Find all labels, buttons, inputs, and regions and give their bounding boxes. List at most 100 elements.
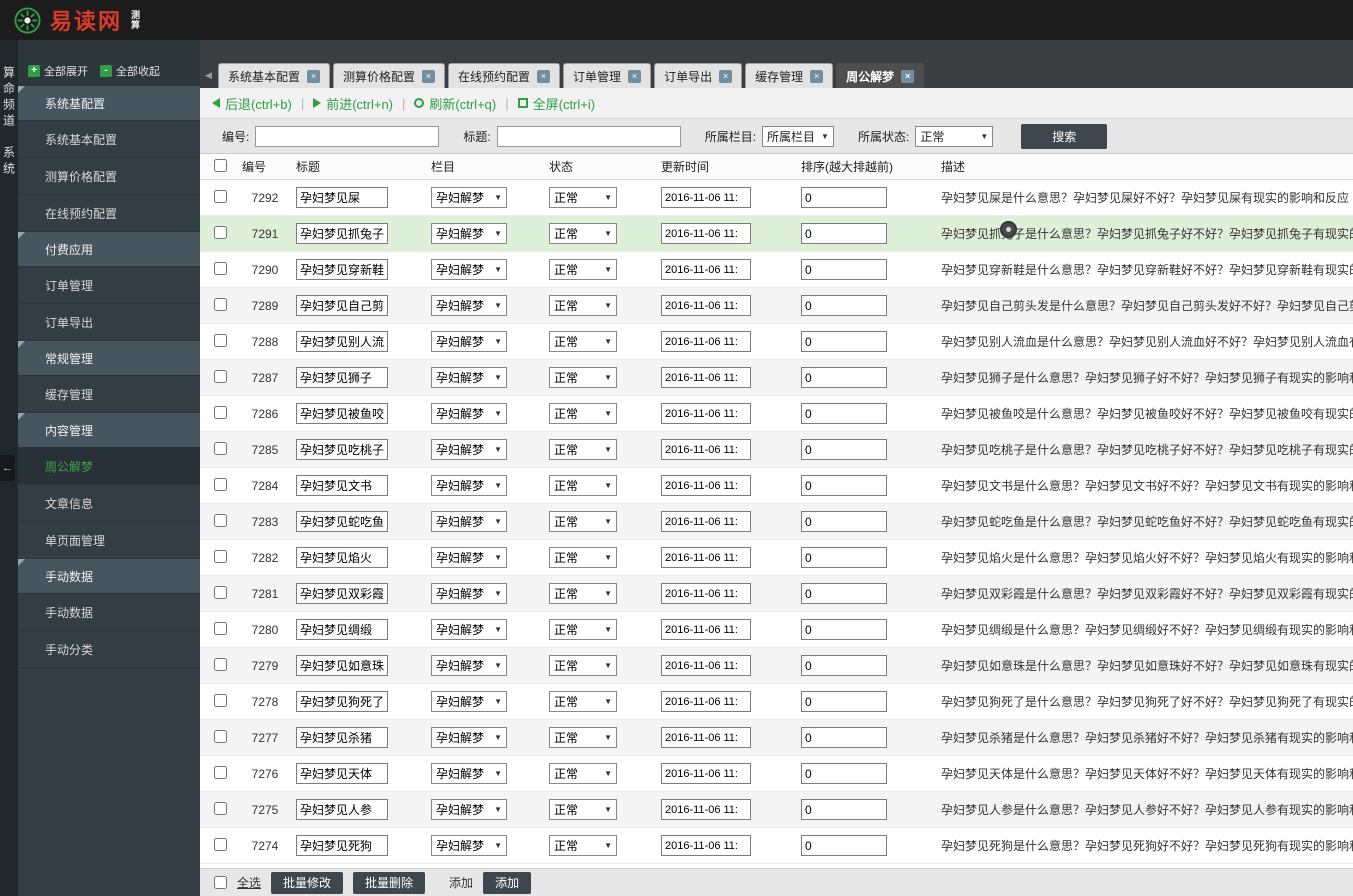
row-column-select[interactable]: 孕妇解梦 ▼ xyxy=(431,547,507,568)
back-button[interactable]: 后退(ctrl+b) xyxy=(212,94,292,113)
row-title-input[interactable] xyxy=(296,439,388,460)
sidebar-group-header[interactable]: 手动数据 xyxy=(18,559,200,594)
row-column-select[interactable]: 孕妇解梦 ▼ xyxy=(431,259,507,280)
row-column-select[interactable]: 孕妇解梦 ▼ xyxy=(431,403,507,424)
row-date-input[interactable] xyxy=(661,223,751,244)
sidebar-item[interactable]: 文章信息 xyxy=(18,485,200,522)
row-checkbox[interactable] xyxy=(214,405,227,419)
row-title-input[interactable] xyxy=(296,187,388,208)
tab-close-icon[interactable]: × xyxy=(307,69,321,83)
expand-all-button[interactable]: + 全部展开 xyxy=(28,63,88,79)
row-checkbox[interactable] xyxy=(214,693,227,707)
row-date-input[interactable] xyxy=(661,619,751,640)
select-all-checkbox[interactable] xyxy=(214,876,227,889)
sidebar-item[interactable]: 周公解梦 xyxy=(18,448,200,485)
row-title-input[interactable] xyxy=(296,655,388,676)
tab-close-icon[interactable]: × xyxy=(901,69,915,83)
row-column-select[interactable]: 孕妇解梦 ▼ xyxy=(431,475,507,496)
row-status-select[interactable]: 正常 ▼ xyxy=(549,835,617,856)
row-date-input[interactable] xyxy=(661,727,751,748)
row-title-input[interactable] xyxy=(296,799,388,820)
batch-edit-button[interactable]: 批量修改 xyxy=(271,871,344,894)
row-sort-input[interactable] xyxy=(801,403,887,424)
row-date-input[interactable] xyxy=(661,835,751,856)
row-checkbox[interactable] xyxy=(214,585,227,599)
sidebar-group-header[interactable]: 常规管理 xyxy=(18,341,200,376)
row-sort-input[interactable] xyxy=(801,331,887,352)
row-column-select[interactable]: 孕妇解梦 ▼ xyxy=(431,187,507,208)
row-status-select[interactable]: 正常 ▼ xyxy=(549,547,617,568)
row-column-select[interactable]: 孕妇解梦 ▼ xyxy=(431,439,507,460)
row-title-input[interactable] xyxy=(296,727,388,748)
tab-close-icon[interactable]: × xyxy=(537,69,551,83)
row-date-input[interactable] xyxy=(661,403,751,424)
row-column-select[interactable]: 孕妇解梦 ▼ xyxy=(431,691,507,712)
row-column-select[interactable]: 孕妇解梦 ▼ xyxy=(431,619,507,640)
row-sort-input[interactable] xyxy=(801,475,887,496)
row-sort-input[interactable] xyxy=(801,691,887,712)
row-status-select[interactable]: 正常 ▼ xyxy=(549,655,617,676)
row-title-input[interactable] xyxy=(296,511,388,532)
select-all-header-checkbox[interactable] xyxy=(214,158,227,172)
sidebar-item[interactable]: 缓存管理 xyxy=(18,376,200,413)
row-sort-input[interactable] xyxy=(801,763,887,784)
row-checkbox[interactable] xyxy=(214,729,227,743)
tab[interactable]: 缓存管理 × xyxy=(745,63,834,88)
row-title-input[interactable] xyxy=(296,835,388,856)
row-sort-input[interactable] xyxy=(801,259,887,280)
channel-fortune[interactable]: 算命频道 xyxy=(1,66,18,130)
sidebar-group-header[interactable]: 系统基配置 xyxy=(18,86,200,121)
row-date-input[interactable] xyxy=(661,295,751,316)
tab-close-icon[interactable]: × xyxy=(422,69,436,83)
tab-close-icon[interactable]: × xyxy=(628,69,642,83)
row-status-select[interactable]: 正常 ▼ xyxy=(549,187,617,208)
row-sort-input[interactable] xyxy=(801,655,887,676)
row-status-select[interactable]: 正常 ▼ xyxy=(549,223,617,244)
row-date-input[interactable] xyxy=(661,583,751,604)
sidebar-item[interactable]: 订单导出 xyxy=(18,304,200,341)
sidebar-item[interactable]: 手动分类 xyxy=(18,631,200,668)
sidebar-item[interactable]: 系统基本配置 xyxy=(18,121,200,158)
row-title-input[interactable] xyxy=(296,619,388,640)
row-checkbox[interactable] xyxy=(214,261,227,275)
sidebar-group-header[interactable]: 付费应用 xyxy=(18,232,200,267)
row-column-select[interactable]: 孕妇解梦 ▼ xyxy=(431,835,507,856)
row-checkbox[interactable] xyxy=(214,225,227,239)
sidebar-group-header[interactable]: 内容管理 xyxy=(18,413,200,448)
id-filter-input[interactable] xyxy=(255,125,440,147)
row-sort-input[interactable] xyxy=(801,223,887,244)
row-date-input[interactable] xyxy=(661,763,751,784)
row-date-input[interactable] xyxy=(661,799,751,820)
row-column-select[interactable]: 孕妇解梦 ▼ xyxy=(431,583,507,604)
row-sort-input[interactable] xyxy=(801,511,887,532)
row-sort-input[interactable] xyxy=(801,619,887,640)
row-checkbox[interactable] xyxy=(214,477,227,491)
row-sort-input[interactable] xyxy=(801,727,887,748)
collapse-all-button[interactable]: - 全部收起 xyxy=(100,63,160,79)
row-date-input[interactable] xyxy=(661,187,751,208)
row-column-select[interactable]: 孕妇解梦 ▼ xyxy=(431,223,507,244)
row-sort-input[interactable] xyxy=(801,439,887,460)
tab[interactable]: 在线预约配置 × xyxy=(448,63,561,88)
column-filter-select[interactable]: 所属栏目 ▼ xyxy=(762,125,834,147)
row-title-input[interactable] xyxy=(296,331,388,352)
row-checkbox[interactable] xyxy=(214,513,227,527)
row-status-select[interactable]: 正常 ▼ xyxy=(549,295,617,316)
title-filter-input[interactable] xyxy=(496,125,681,147)
status-filter-select[interactable]: 正常 ▼ xyxy=(915,125,994,147)
row-column-select[interactable]: 孕妇解梦 ▼ xyxy=(431,331,507,352)
row-title-input[interactable] xyxy=(296,223,388,244)
row-checkbox[interactable] xyxy=(214,765,227,779)
row-column-select[interactable]: 孕妇解梦 ▼ xyxy=(431,295,507,316)
row-status-select[interactable]: 正常 ▼ xyxy=(549,511,617,532)
row-date-input[interactable] xyxy=(661,259,751,280)
row-date-input[interactable] xyxy=(661,367,751,388)
row-sort-input[interactable] xyxy=(801,547,887,568)
row-column-select[interactable]: 孕妇解梦 ▼ xyxy=(431,655,507,676)
row-title-input[interactable] xyxy=(296,403,388,424)
row-title-input[interactable] xyxy=(296,763,388,784)
row-checkbox[interactable] xyxy=(214,837,227,851)
row-column-select[interactable]: 孕妇解梦 ▼ xyxy=(431,799,507,820)
row-status-select[interactable]: 正常 ▼ xyxy=(549,799,617,820)
row-status-select[interactable]: 正常 ▼ xyxy=(549,727,617,748)
